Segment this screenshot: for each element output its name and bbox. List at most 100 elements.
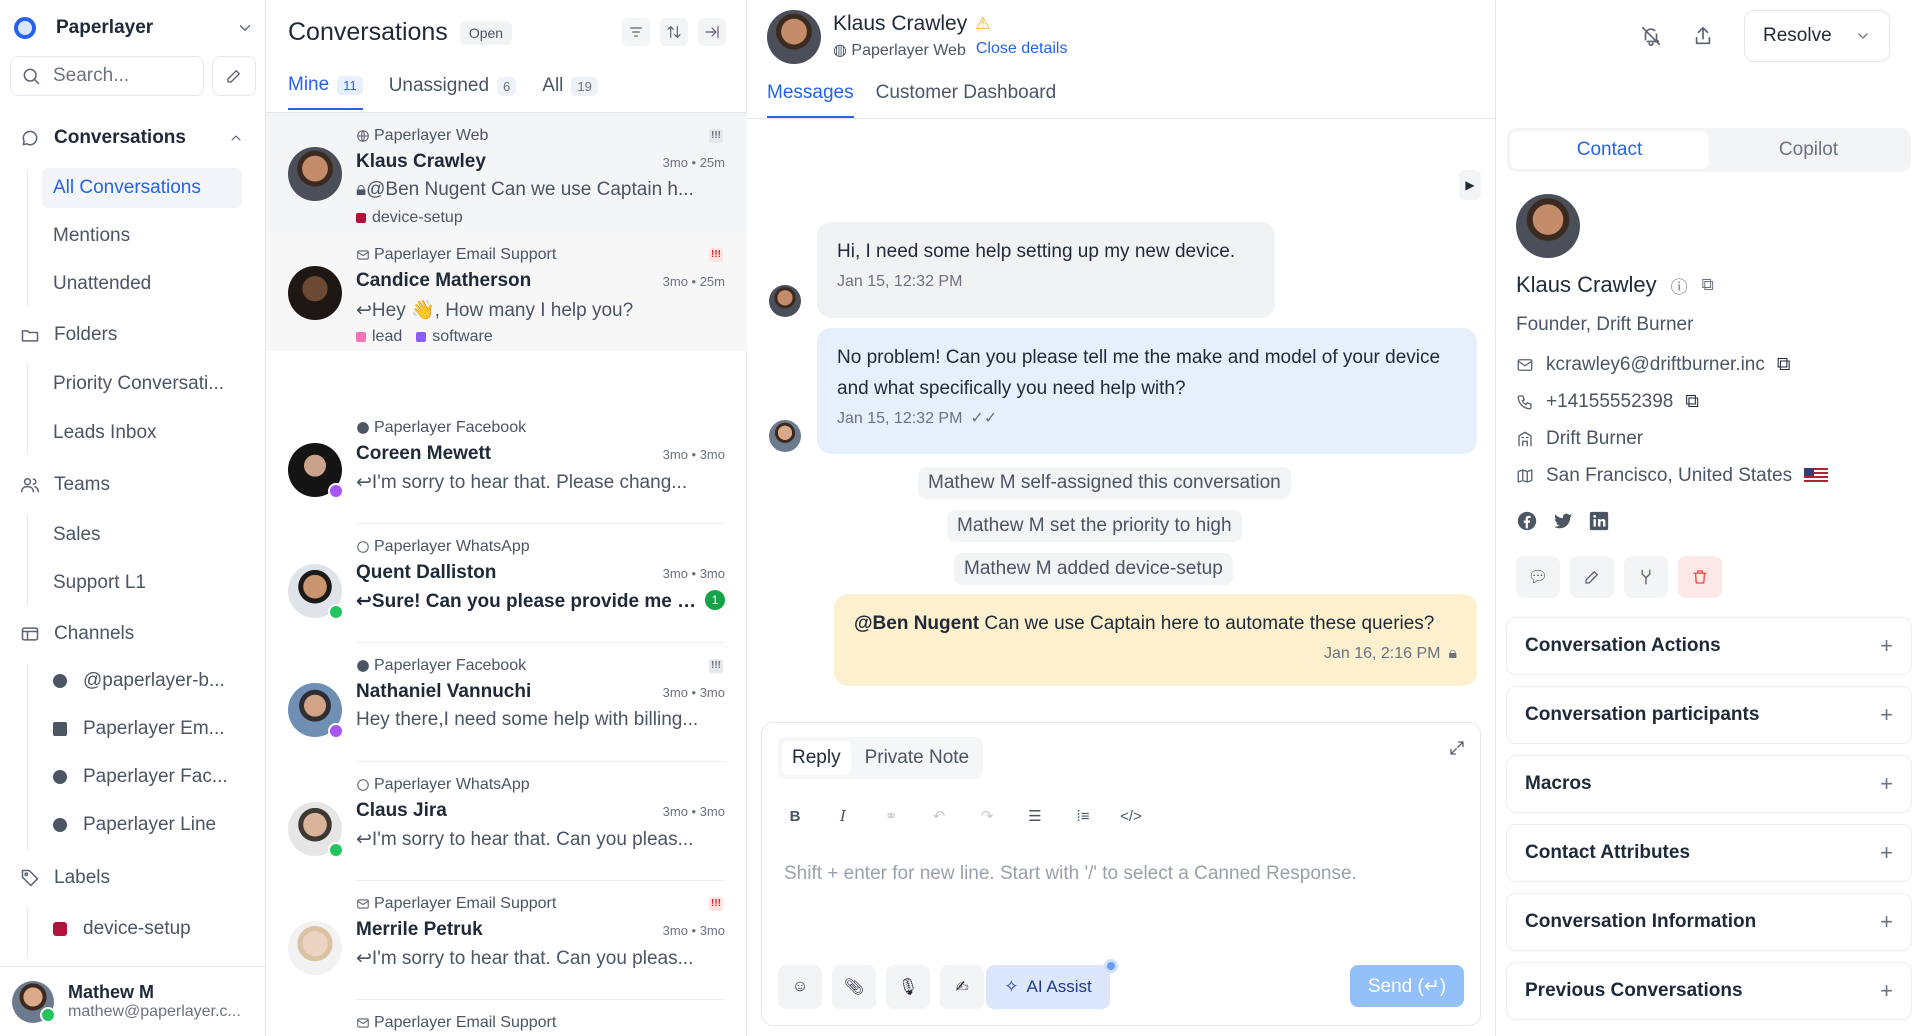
copy-icon[interactable]: ⧉: [1777, 354, 1791, 376]
workspace-switcher[interactable]: Paperlayer: [14, 14, 254, 42]
activity-message: Mathew M self-assigned this conversation: [918, 467, 1291, 499]
message-text: @Ben Nugent Can we use Captain h...: [366, 179, 694, 200]
sidebar-item-unattended[interactable]: Unattended: [42, 264, 242, 304]
italic-icon[interactable]: I: [832, 807, 854, 825]
activity-message: Mathew M set the priority to high: [947, 510, 1242, 542]
sidebar-item-channel-facebook[interactable]: Paperlayer Fac...: [42, 757, 242, 797]
conversation-item[interactable]: Paperlayer Web Klaus Crawley !!! 3mo • 2…: [266, 113, 747, 232]
facebook-icon[interactable]: [1516, 510, 1538, 532]
nav-group-conversations[interactable]: Conversations: [20, 127, 186, 149]
link-icon[interactable]: ⚭: [880, 807, 902, 825]
accordion-conversation-participants[interactable]: Conversation participants +: [1506, 686, 1912, 744]
bullet-list-icon[interactable]: ☰: [1024, 807, 1046, 825]
conversation-item[interactable]: Paperlayer Facebook Nathaniel Vannuchi !…: [266, 643, 747, 762]
sparkle-icon: ✧: [1004, 977, 1019, 996]
chevron-up-icon[interactable]: [228, 130, 244, 146]
twitter-icon[interactable]: [1552, 510, 1574, 532]
merge-contact-button[interactable]: [1624, 556, 1668, 598]
sidebar-item-channel-line[interactable]: Paperlayer Line: [42, 805, 242, 845]
conversation-item[interactable]: Paperlayer Email Support: [266, 1000, 747, 1036]
toggle-contact-panel-button[interactable]: ▶: [1459, 170, 1481, 200]
globe-icon: [53, 674, 67, 688]
sidebar-item-channel-web[interactable]: @paperlayer-b...: [42, 661, 242, 701]
message-preview: Hey there,I need some help with billing.…: [356, 709, 699, 730]
tab-private-note[interactable]: Private Note: [855, 741, 980, 775]
conversation-item[interactable]: Paperlayer Email Support Candice Mathers…: [266, 232, 747, 351]
compose-button[interactable]: [212, 56, 256, 96]
accordion-macros[interactable]: Macros +: [1506, 755, 1912, 813]
tab-all[interactable]: All 19: [542, 74, 598, 110]
pencil-icon: [227, 70, 240, 83]
signature-button[interactable]: ✍︎: [940, 965, 984, 1009]
avatar: [767, 10, 821, 64]
collapse-list-button[interactable]: [698, 18, 726, 46]
tab-unassigned[interactable]: Unassigned 6: [389, 74, 517, 110]
accordion-conversation-information[interactable]: Conversation Information +: [1506, 893, 1912, 951]
contact-name: Quent Dalliston: [356, 562, 497, 583]
tab-customer-dashboard[interactable]: Customer Dashboard: [876, 82, 1057, 118]
tab-reply[interactable]: Reply: [782, 741, 851, 775]
sidebar-item-channel-email[interactable]: Paperlayer Em...: [42, 709, 242, 749]
ai-assist-button[interactable]: ✧ AI Assist: [986, 965, 1110, 1009]
sidebar-item-label: Paperlayer Line: [83, 814, 217, 835]
delete-contact-button[interactable]: [1678, 556, 1722, 598]
audio-button[interactable]: 🎙︎: [886, 965, 930, 1009]
conversation-item[interactable]: Paperlayer Email Support Merrile Petruk …: [266, 881, 747, 1000]
tab-count: 11: [337, 75, 363, 95]
sidebar-item-label: Unattended: [53, 273, 152, 294]
linkedin-icon[interactable]: [1588, 510, 1610, 532]
accordion-conversation-actions[interactable]: Conversation Actions +: [1506, 617, 1912, 675]
sidebar-item-priority[interactable]: Priority Conversati...: [42, 364, 242, 404]
accordion-contact-attributes[interactable]: Contact Attributes +: [1506, 824, 1912, 882]
tab-label: All: [542, 75, 564, 96]
contact-phone[interactable]: +14155552398: [1546, 391, 1673, 413]
send-button[interactable]: Send (↵): [1350, 965, 1464, 1007]
sidebar-item-support-l1[interactable]: Support L1: [42, 563, 242, 603]
info-icon[interactable]: ⓘ: [1671, 273, 1688, 298]
filter-button[interactable]: [622, 18, 650, 46]
sidebar-item-leads-inbox[interactable]: Leads Inbox: [42, 413, 242, 453]
accordion-previous-conversations[interactable]: Previous Conversations +: [1506, 962, 1912, 1020]
new-message-button[interactable]: 💬︎: [1516, 556, 1560, 598]
conversation-item[interactable]: Paperlayer Facebook Coreen Mewett 3mo • …: [266, 405, 747, 524]
avatar: [769, 285, 801, 317]
external-link-icon[interactable]: ⧉: [1702, 275, 1714, 295]
nav-group-labels[interactable]: Labels: [20, 867, 110, 889]
copy-icon[interactable]: ⧉: [1685, 391, 1699, 413]
sidebar-item-mentions[interactable]: Mentions: [42, 216, 242, 256]
attach-button[interactable]: 📎︎: [832, 965, 876, 1009]
conversation-time: 3mo • 25m: [662, 155, 725, 170]
code-icon[interactable]: </>: [1120, 808, 1142, 825]
tab-contact[interactable]: Contact: [1510, 131, 1709, 169]
nav-group-folders[interactable]: Folders: [20, 324, 117, 346]
redo-icon[interactable]: ↷: [976, 807, 998, 825]
status-filter[interactable]: Open: [459, 20, 513, 45]
sidebar-item-label-device-setup[interactable]: device-setup: [42, 909, 242, 949]
emoji-button[interactable]: ☺: [778, 965, 822, 1009]
nav-group-channels[interactable]: Channels: [20, 623, 134, 645]
undo-icon[interactable]: ↶: [928, 807, 950, 825]
sort-button[interactable]: [660, 18, 688, 46]
priority-urgent-icon: !!!: [709, 248, 723, 262]
nav-group-teams[interactable]: Teams: [20, 474, 110, 496]
bold-icon[interactable]: B: [784, 808, 806, 825]
numbered-list-icon[interactable]: ⁞≡: [1072, 808, 1094, 825]
tab-mine[interactable]: Mine 11: [288, 74, 363, 110]
workspace-name: Paperlayer: [56, 17, 154, 38]
accordion-title: Conversation participants: [1525, 704, 1760, 725]
sidebar-item-label: @paperlayer-b...: [83, 670, 225, 691]
current-user[interactable]: Mathew M mathew@paperlayer.c...: [0, 966, 266, 1036]
edit-contact-button[interactable]: [1570, 556, 1614, 598]
sidebar-item-sales[interactable]: Sales: [42, 515, 242, 555]
tab-copilot[interactable]: Copilot: [1709, 131, 1908, 169]
expand-icon[interactable]: [1448, 739, 1466, 757]
tab-messages[interactable]: Messages: [767, 82, 854, 118]
search-input[interactable]: Search...: [10, 56, 204, 96]
conversation-item[interactable]: Paperlayer WhatsApp Claus Jira 3mo • 3mo…: [266, 762, 747, 881]
reply-input[interactable]: Shift + enter for new line. Start with '…: [784, 863, 1357, 885]
conversation-item[interactable]: Paperlayer WhatsApp Quent Dalliston 3mo …: [266, 524, 747, 643]
sidebar-item-all-conversations[interactable]: All Conversations: [42, 168, 242, 208]
contact-email[interactable]: kcrawley6@driftburner.inc: [1546, 354, 1765, 376]
close-details-link[interactable]: Close details: [976, 40, 1068, 60]
activity-message: Mathew M added device-setup: [954, 553, 1233, 585]
